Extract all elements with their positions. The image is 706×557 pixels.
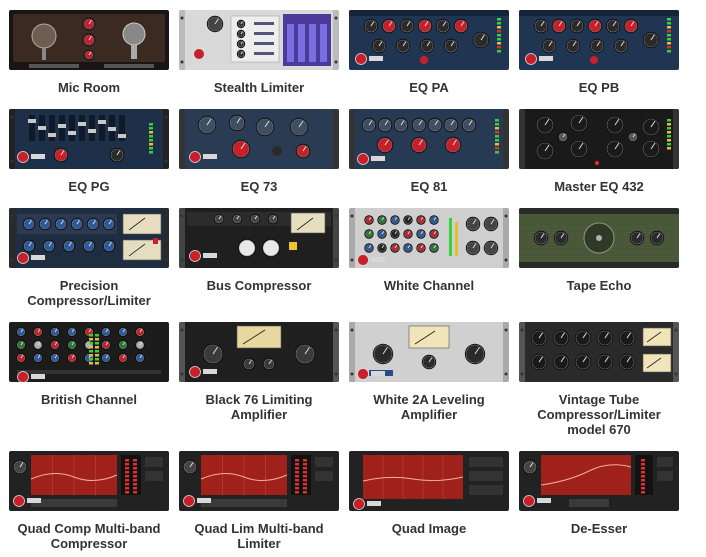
plugin-eq-pa-panel-image xyxy=(349,10,509,70)
plugin-eq-pb-label[interactable]: EQ PB xyxy=(511,80,687,95)
plugin-black-76-limiting-amplifier-label[interactable]: Black 76 Limiting Amplifier xyxy=(171,392,347,422)
plugin-quad-image-label-line: Quad Image xyxy=(391,521,467,536)
plugin-precision-compressor-limiter-panel-image xyxy=(9,208,169,268)
plugin-british-channel-label[interactable]: British Channel xyxy=(1,392,177,407)
plugin-white-2a-leveling-amplifier-label-line: White 2A Leveling xyxy=(373,392,485,407)
plugin-bus-compressor-thumbnail[interactable] xyxy=(179,208,339,268)
plugin-stealth-limiter-label[interactable]: Stealth Limiter xyxy=(171,80,347,95)
plugin-quad-comp-multi-band-compressor-panel-image xyxy=(9,451,169,511)
plugin-white-2a-leveling-amplifier-panel-image xyxy=(349,322,509,382)
plugin-quad-lim-multi-band-limiter-label[interactable]: Quad Lim Multi-band Limiter xyxy=(171,521,347,551)
plugin-british-channel-thumbnail[interactable] xyxy=(9,322,169,382)
plugin-white-channel-panel-image xyxy=(349,208,509,268)
plugin-stealth-limiter-panel-image xyxy=(179,10,339,70)
plugin-eq-pg-label[interactable]: EQ PG xyxy=(1,179,177,194)
plugin-precision-compressor-limiter-label-line: Precision xyxy=(59,278,119,293)
plugin-eq-pb-thumbnail[interactable] xyxy=(519,10,679,70)
plugin-eq-pb-label-line: EQ PB xyxy=(578,80,620,95)
plugin-white-channel-thumbnail[interactable] xyxy=(349,208,509,268)
plugin-bus-compressor-panel-image xyxy=(179,208,339,268)
plugin-black-76-limiting-amplifier-thumbnail[interactable] xyxy=(179,322,339,382)
plugin-eq-pa-thumbnail[interactable] xyxy=(349,10,509,70)
plugin-eq-pa-label-line: EQ PA xyxy=(409,80,449,95)
plugin-eq-73-thumbnail[interactable] xyxy=(179,109,339,169)
plugin-eq-pg-panel-image xyxy=(9,109,169,169)
plugin-vintage-tube-compressor-limiter-model-670-label-line: model 670 xyxy=(567,422,631,437)
plugin-quad-lim-multi-band-limiter-panel-image xyxy=(179,451,339,511)
plugin-mic-room-label-line: Mic Room xyxy=(57,80,121,95)
plugin-tape-echo-thumbnail[interactable] xyxy=(519,208,679,268)
plugin-vintage-tube-compressor-limiter-model-670-label-line: Vintage Tube xyxy=(558,392,640,407)
plugin-black-76-limiting-amplifier-panel-image xyxy=(179,322,339,382)
plugin-black-76-limiting-amplifier-label-line: Amplifier xyxy=(230,407,288,422)
plugin-eq-81-thumbnail[interactable] xyxy=(349,109,509,169)
plugin-quad-comp-multi-band-compressor-thumbnail[interactable] xyxy=(9,451,169,511)
plugin-eq-73-panel-image xyxy=(179,109,339,169)
plugin-vintage-tube-compressor-limiter-model-670-panel-image xyxy=(519,322,679,382)
plugin-de-esser-thumbnail[interactable] xyxy=(519,451,679,511)
plugin-master-eq-432-label-line: Master EQ 432 xyxy=(554,179,644,194)
plugin-black-76-limiting-amplifier-label-line: Black 76 Limiting xyxy=(205,392,313,407)
plugin-quad-image-panel-image xyxy=(349,451,509,511)
plugin-eq-81-label[interactable]: EQ 81 xyxy=(341,179,517,194)
plugin-quad-comp-multi-band-compressor-label-line: Compressor xyxy=(50,536,128,551)
plugin-de-esser-label-line: De-Esser xyxy=(570,521,628,536)
plugin-master-eq-432-label[interactable]: Master EQ 432 xyxy=(511,179,687,194)
plugin-stealth-limiter-thumbnail[interactable] xyxy=(179,10,339,70)
plugin-vintage-tube-compressor-limiter-model-670-label-line: Compressor/Limiter xyxy=(537,407,661,422)
plugin-eq-pa-label[interactable]: EQ PA xyxy=(341,80,517,95)
plugin-vintage-tube-compressor-limiter-model-670-label[interactable]: Vintage Tube Compressor/Limiter model 670 xyxy=(511,392,687,437)
plugin-quad-lim-multi-band-limiter-thumbnail[interactable] xyxy=(179,451,339,511)
plugin-mic-room-label[interactable]: Mic Room xyxy=(1,80,177,95)
plugin-bus-compressor-label-line: Bus Compressor xyxy=(206,278,312,293)
plugin-eq-81-label-line: EQ 81 xyxy=(410,179,448,194)
plugin-tape-echo-label[interactable]: Tape Echo xyxy=(511,278,687,293)
plugin-white-2a-leveling-amplifier-label[interactable]: White 2A Leveling Amplifier xyxy=(341,392,517,422)
plugin-eq-73-label-line: EQ 73 xyxy=(240,179,278,194)
plugin-quad-comp-multi-band-compressor-label[interactable]: Quad Comp Multi-band Compressor xyxy=(1,521,177,551)
plugin-precision-compressor-limiter-thumbnail[interactable] xyxy=(9,208,169,268)
plugin-british-channel-panel-image xyxy=(9,322,169,382)
plugin-tape-echo-label-line: Tape Echo xyxy=(566,278,632,293)
plugin-quad-image-label[interactable]: Quad Image xyxy=(341,521,517,536)
plugin-de-esser-label[interactable]: De-Esser xyxy=(511,521,687,536)
plugin-white-2a-leveling-amplifier-label-line: Amplifier xyxy=(400,407,458,422)
plugin-british-channel-label-line: British Channel xyxy=(40,392,138,407)
plugin-de-esser-panel-image xyxy=(519,451,679,511)
plugin-precision-compressor-limiter-label[interactable]: Precision Compressor/Limiter xyxy=(1,278,177,308)
plugin-eq-pb-panel-image xyxy=(519,10,679,70)
plugin-mic-room-thumbnail[interactable] xyxy=(9,10,169,70)
plugin-white-2a-leveling-amplifier-thumbnail[interactable] xyxy=(349,322,509,382)
plugin-quad-lim-multi-band-limiter-label-line: Limiter xyxy=(237,536,281,551)
plugin-master-eq-432-thumbnail[interactable] xyxy=(519,109,679,169)
plugin-eq-pg-thumbnail[interactable] xyxy=(9,109,169,169)
plugin-eq-73-label[interactable]: EQ 73 xyxy=(171,179,347,194)
plugin-quad-comp-multi-band-compressor-label-line: Quad Comp Multi-band xyxy=(17,521,161,536)
plugin-grid: Mic Room Stealth Limiter EQ PA EQ PB EQ PG EQ… xyxy=(0,0,706,557)
plugin-stealth-limiter-label-line: Stealth Limiter xyxy=(213,80,305,95)
plugin-quad-image-thumbnail[interactable] xyxy=(349,451,509,511)
plugin-vintage-tube-compressor-limiter-model-670-thumbnail[interactable] xyxy=(519,322,679,382)
plugin-white-channel-label[interactable]: White Channel xyxy=(341,278,517,293)
plugin-white-channel-label-line: White Channel xyxy=(383,278,475,293)
plugin-quad-lim-multi-band-limiter-label-line: Quad Lim Multi-band xyxy=(194,521,324,536)
plugin-tape-echo-panel-image xyxy=(519,208,679,268)
plugin-precision-compressor-limiter-label-line: Compressor/Limiter xyxy=(27,293,151,308)
plugin-mic-room-panel-image xyxy=(9,10,169,70)
plugin-bus-compressor-label[interactable]: Bus Compressor xyxy=(171,278,347,293)
plugin-eq-81-panel-image xyxy=(349,109,509,169)
plugin-eq-pg-label-line: EQ PG xyxy=(68,179,110,194)
plugin-master-eq-432-panel-image xyxy=(519,109,679,169)
